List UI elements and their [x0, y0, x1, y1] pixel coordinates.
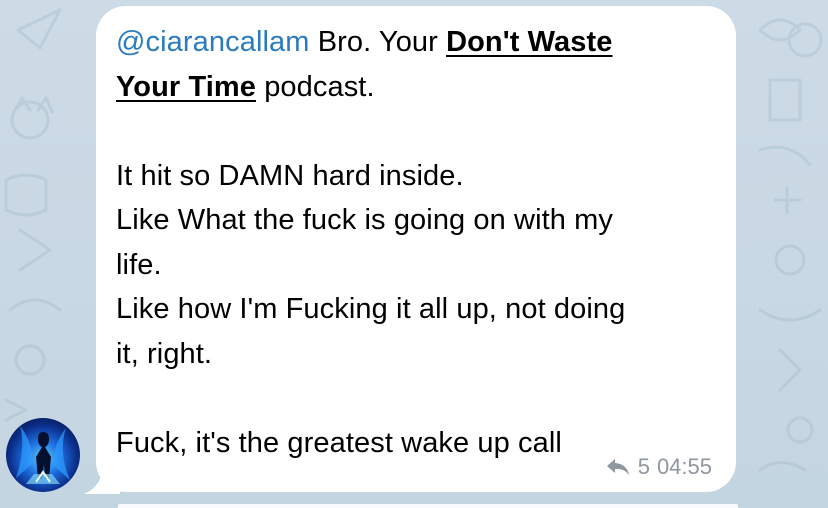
reply-arrow-icon[interactable] [605, 457, 631, 477]
message-line-5: it, right. [116, 337, 213, 370]
message-line-3: life. [116, 248, 162, 281]
message-line-6: Fuck, it's the greatest wake up call [116, 426, 562, 459]
message-line-1: It hit so DAMN hard inside. [116, 159, 464, 192]
message-time: 04:55 [656, 454, 712, 479]
sender-avatar[interactable] [6, 418, 80, 492]
message-line-4: Like how I'm Fucking it all up, not doin… [116, 293, 626, 325]
podcast-link-part-1[interactable]: Don't Waste [446, 26, 612, 58]
blue-flame-figure-avatar [6, 418, 80, 492]
message-after-link: podcast. [256, 70, 375, 103]
user-mention-link[interactable]: @ciarancallam [116, 26, 310, 58]
message-meta: 5 04:55 [605, 454, 712, 480]
message-text[interactable]: @ciarancallam Bro. Your Don't Waste Your… [116, 20, 712, 465]
podcast-link-part-2[interactable]: Your Time [116, 71, 256, 103]
message-line-2: Like What the fuck is going on with my [116, 204, 614, 236]
reply-count[interactable]: 5 [638, 454, 650, 480]
chat-background: @ciarancallam Bro. Your Don't Waste Your… [0, 0, 828, 508]
message-bubble[interactable]: @ciarancallam Bro. Your Don't Waste Your… [96, 6, 736, 492]
message-intro: Bro. Your [309, 26, 447, 58]
next-message-edge [118, 504, 738, 508]
